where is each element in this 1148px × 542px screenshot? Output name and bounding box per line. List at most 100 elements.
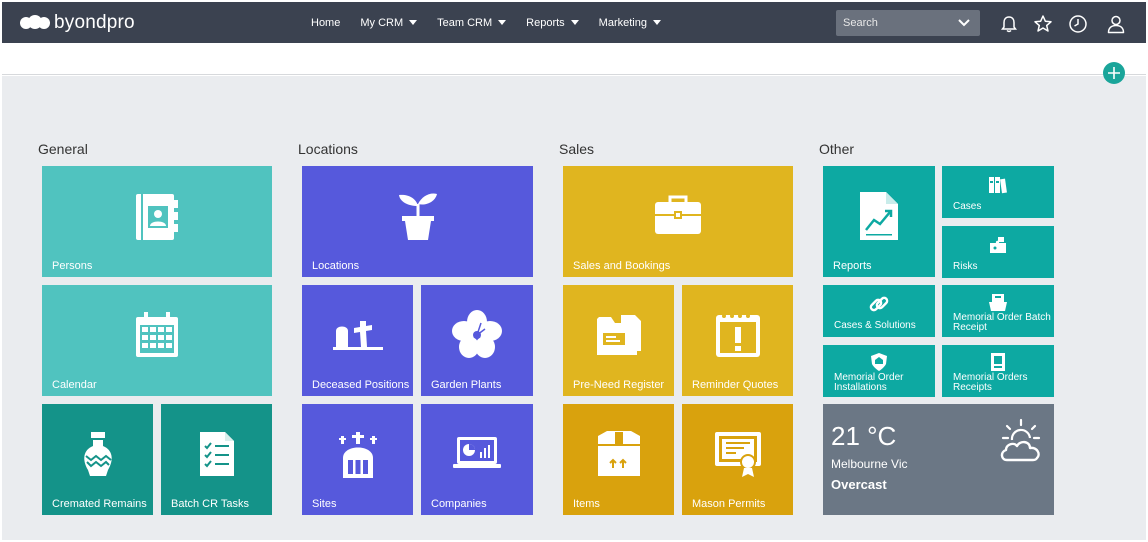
- tile-locations[interactable]: Locations: [302, 166, 533, 277]
- weather-widget: 21 °C Melbourne Vic Overcast: [823, 404, 1054, 515]
- weather-condition: Overcast: [831, 477, 887, 492]
- nav-reports-label: Reports: [526, 16, 565, 29]
- tile-label: Items: [573, 498, 600, 510]
- tile-label: Cases & Solutions: [834, 320, 916, 331]
- calendar-alert-icon: [715, 314, 760, 357]
- weather-temperature: 21 °C: [831, 421, 897, 451]
- bell-icon[interactable]: [999, 14, 1019, 34]
- nav-marketing-label: Marketing: [598, 16, 647, 29]
- nav-marketing[interactable]: Marketing: [599, 17, 661, 29]
- tile-persons[interactable]: Persons: [42, 166, 272, 277]
- tile-mason-permits[interactable]: Mason Permits: [682, 404, 793, 515]
- nav-team-crm-label: Team CRM: [437, 16, 493, 29]
- tile-risks[interactable]: Risks: [942, 226, 1054, 278]
- tile-label-line2: Receipt: [953, 322, 987, 333]
- tile-sites[interactable]: Sites: [302, 404, 413, 515]
- caret-down-icon: [652, 20, 661, 25]
- nav-reports[interactable]: Reports: [526, 17, 579, 29]
- tile-calendar[interactable]: Calendar: [42, 285, 272, 396]
- star-icon[interactable]: [1033, 14, 1053, 34]
- tile-cases[interactable]: Cases: [942, 166, 1054, 218]
- tile-label: Risks: [953, 261, 978, 272]
- tile-cases-solutions[interactable]: Cases & Solutions: [823, 285, 935, 337]
- search-box: [836, 10, 980, 36]
- tile-batch-cr-tasks[interactable]: Batch CR Tasks: [161, 404, 272, 515]
- search-input[interactable]: [836, 17, 954, 29]
- user-icon[interactable]: [1106, 14, 1126, 34]
- nav-team-crm[interactable]: Team CRM: [437, 16, 507, 29]
- tile-companies[interactable]: Companies: [421, 404, 533, 515]
- brand-name: byondpro: [54, 12, 135, 33]
- nav-home[interactable]: Home: [311, 17, 340, 29]
- laptop-chart-icon: [453, 437, 501, 468]
- chevron-down-icon[interactable]: [954, 13, 974, 33]
- tile-label-line2: Installations: [834, 382, 887, 393]
- tile-label: Persons: [52, 260, 93, 272]
- grave-icon: [332, 321, 383, 350]
- tile-label: Sites: [312, 498, 337, 510]
- tile-label: Calendar: [52, 379, 97, 391]
- caret-down-icon: [409, 20, 418, 25]
- flower-icon: [452, 310, 502, 358]
- link-icon: [869, 296, 889, 312]
- toolbar-strip: [2, 43, 1146, 75]
- tile-label: Pre-Need Register: [573, 379, 665, 391]
- tile-label: Reminder Quotes: [692, 379, 779, 391]
- receipt-icon: [991, 353, 1005, 371]
- folder-icon: [596, 315, 641, 355]
- tile-label: Cremated Remains: [52, 498, 147, 510]
- box-icon: [597, 431, 640, 476]
- plus-icon: [1108, 67, 1120, 79]
- partly-cloudy-icon: [1000, 418, 1041, 462]
- tile-label: Memorial Order Batch Receipt: [953, 313, 1051, 333]
- tile-label: Locations: [312, 260, 360, 272]
- puzzle-icon: [990, 237, 1006, 253]
- checklist-icon: [199, 432, 234, 476]
- tile-memorial-order-batch-receipt[interactable]: Memorial Order Batch Receipt: [942, 285, 1054, 337]
- tile-reminder-quotes[interactable]: Reminder Quotes: [682, 285, 793, 396]
- caret-down-icon: [498, 20, 507, 25]
- tile-deceased-positions[interactable]: Deceased Positions: [302, 285, 413, 396]
- certificate-icon: [714, 432, 761, 477]
- section-title-sales: Sales: [559, 141, 595, 157]
- section-title-other: Other: [819, 141, 855, 157]
- section-title-locations: Locations: [298, 141, 358, 157]
- tile-label: Deceased Positions: [312, 379, 410, 391]
- binders-icon: [989, 177, 1007, 194]
- main-nav: Home My CRM Team CRM Reports Marketing: [302, 2, 681, 43]
- section-title-general: General: [38, 141, 88, 157]
- tile-label: Reports: [833, 260, 872, 272]
- tombstone-cross-icon: [338, 432, 377, 478]
- briefcase-icon: [655, 195, 701, 234]
- potted-plant-icon: [398, 193, 437, 240]
- tile-reports[interactable]: Reports: [823, 166, 935, 277]
- clock-icon[interactable]: [1068, 14, 1088, 34]
- tile-pre-need-register[interactable]: Pre-Need Register: [563, 285, 674, 396]
- address-book-icon: [136, 194, 178, 240]
- tile-sales-and-bookings[interactable]: Sales and Bookings: [563, 166, 793, 277]
- tile-cremated-remains[interactable]: Cremated Remains: [42, 404, 153, 515]
- tile-garden-plants[interactable]: Garden Plants: [421, 285, 533, 396]
- tile-label: Batch CR Tasks: [171, 498, 250, 510]
- nav-my-crm-label: My CRM: [360, 16, 404, 29]
- tile-label: Memorial Order Installations: [834, 373, 903, 393]
- nav-my-crm[interactable]: My CRM: [360, 16, 418, 29]
- tile-label: Memorial Orders Receipts: [953, 373, 1027, 393]
- tile-label: Garden Plants: [431, 379, 502, 391]
- tile-memorial-order-installations[interactable]: Memorial Order Installations: [823, 345, 935, 397]
- logo-circles-icon: [20, 13, 50, 33]
- brand-logo[interactable]: byondpro: [20, 12, 135, 34]
- top-navigation-bar: byondpro Home My CRM Team CRM Reports Ma…: [2, 2, 1146, 43]
- shield-icon: [871, 353, 887, 371]
- caret-down-icon: [570, 20, 579, 25]
- calendar-icon: [136, 312, 178, 357]
- tile-label: Companies: [431, 498, 487, 510]
- tile-items[interactable]: Items: [563, 404, 674, 515]
- tile-label: Mason Permits: [692, 498, 766, 510]
- add-button[interactable]: [1103, 62, 1125, 84]
- tile-label: Cases: [953, 201, 982, 212]
- tile-label-line2: Receipts: [953, 382, 992, 393]
- report-chart-icon: [860, 192, 898, 240]
- tile-memorial-orders-receipts[interactable]: Memorial Orders Receipts: [942, 345, 1054, 397]
- nav-home-label: Home: [311, 16, 341, 29]
